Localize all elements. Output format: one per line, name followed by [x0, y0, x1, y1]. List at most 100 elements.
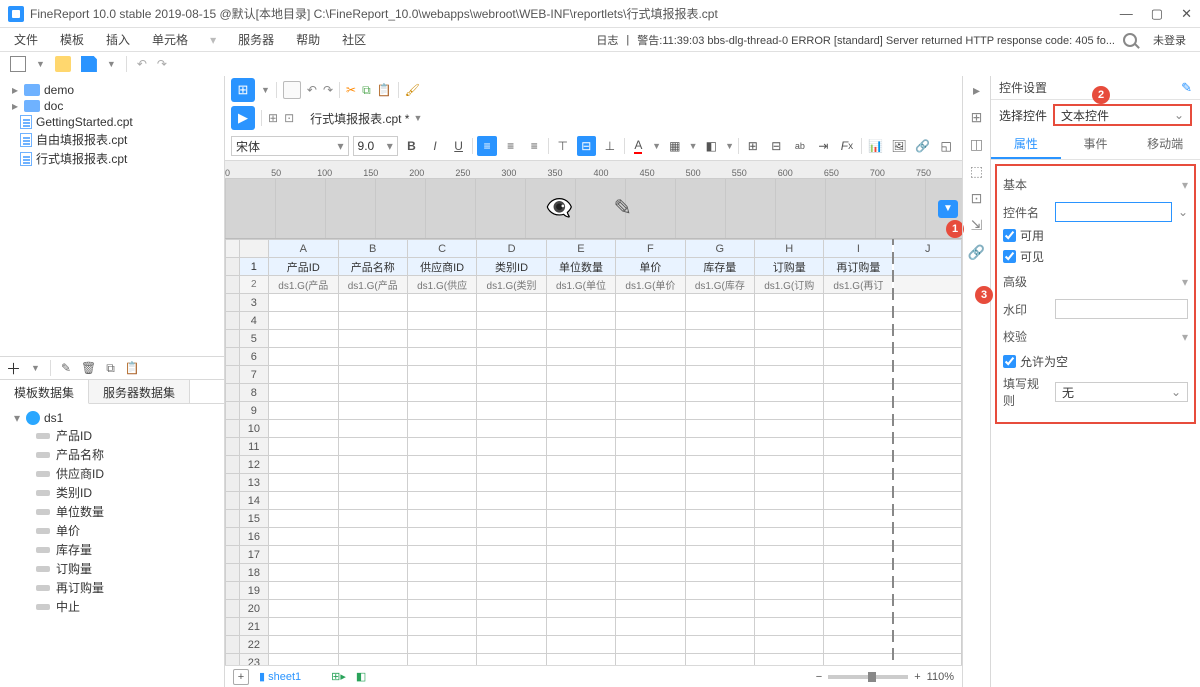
- tab-template-dataset[interactable]: 模板数据集: [0, 380, 89, 404]
- dataset-column[interactable]: 产品ID: [8, 426, 216, 445]
- spreadsheet-grid[interactable]: ABCDEFGHIJ1产品ID产品名称供应商ID类别ID单位数量单价库存量订购量…: [225, 239, 962, 665]
- dataset-column[interactable]: 单价: [8, 521, 216, 540]
- tree-folder[interactable]: ▸demo: [4, 82, 220, 98]
- undo-icon[interactable]: ↶: [137, 57, 147, 71]
- dataset-column[interactable]: 中止: [8, 597, 216, 616]
- undo-button[interactable]: ↶: [307, 83, 317, 97]
- panel-edit-icon[interactable]: ✎: [1181, 80, 1192, 96]
- valign-bottom-icon[interactable]: ⊥: [600, 136, 620, 156]
- align-center-icon[interactable]: ≡: [501, 136, 521, 156]
- band-dropdown-button[interactable]: ▼: [938, 200, 958, 218]
- add-dataset-icon[interactable]: ＋: [6, 358, 21, 379]
- abc-icon[interactable]: ab: [790, 136, 810, 156]
- collapse-arrow-icon[interactable]: ▸: [973, 82, 980, 99]
- underline-icon[interactable]: U: [449, 136, 469, 156]
- italic-icon[interactable]: I: [425, 136, 445, 156]
- add-sheet-button[interactable]: +: [233, 669, 249, 685]
- valign-top-icon[interactable]: ⊤: [553, 136, 573, 156]
- tab-events[interactable]: 事件: [1061, 130, 1131, 159]
- search-icon[interactable]: [1123, 33, 1137, 47]
- tree-file[interactable]: GettingStarted.cpt: [4, 114, 220, 130]
- dataset-column[interactable]: 订购量: [8, 559, 216, 578]
- new-file-icon[interactable]: [10, 56, 26, 72]
- dataset-column[interactable]: 再订购量: [8, 578, 216, 597]
- paste-icon[interactable]: 📋: [377, 83, 392, 97]
- tab-server-dataset[interactable]: 服务器数据集: [89, 380, 190, 403]
- zoom-out-button[interactable]: −: [816, 671, 822, 683]
- chart-icon[interactable]: 📊: [866, 136, 886, 156]
- valign-middle-icon[interactable]: ⊟: [577, 136, 597, 156]
- cell-tool-icon[interactable]: ⊞: [971, 109, 983, 126]
- paste-icon[interactable]: 📋: [125, 361, 140, 375]
- redo-button[interactable]: ↷: [323, 83, 333, 97]
- dataset-column[interactable]: 供应商ID: [8, 464, 216, 483]
- copy-icon[interactable]: ⧉: [362, 83, 371, 98]
- fill-rule-select[interactable]: 无⌄: [1055, 382, 1188, 402]
- bold-icon[interactable]: B: [402, 136, 422, 156]
- function-icon[interactable]: Fx: [837, 136, 857, 156]
- widget-type-select[interactable]: 文本控件⌄: [1053, 104, 1192, 126]
- open-folder-icon[interactable]: [55, 56, 71, 72]
- preview-button[interactable]: ⊞: [231, 78, 255, 102]
- condition-tool-icon[interactable]: ⬚: [970, 163, 983, 180]
- maximize-icon[interactable]: ▢: [1151, 6, 1163, 22]
- expand-tool-icon[interactable]: ⇲: [971, 217, 983, 234]
- view-icon[interactable]: ⊡: [284, 111, 294, 125]
- font-family-select[interactable]: 宋体▾: [231, 136, 349, 156]
- font-color-icon[interactable]: A: [629, 136, 649, 156]
- format-painter-icon[interactable]: 🖌: [405, 83, 420, 97]
- float-icon[interactable]: ◱: [936, 136, 956, 156]
- fill-color-icon[interactable]: ◧: [702, 136, 722, 156]
- delete-icon[interactable]: 🗑: [81, 361, 96, 375]
- border-icon[interactable]: ▦: [665, 136, 685, 156]
- tree-file[interactable]: 行式填报报表.cpt: [4, 149, 220, 168]
- log-label[interactable]: 日志: [596, 32, 618, 48]
- watermark-input[interactable]: [1055, 299, 1188, 319]
- close-icon[interactable]: ✕: [1181, 6, 1192, 22]
- edit-pencil-icon[interactable]: ✎: [614, 195, 642, 223]
- login-status[interactable]: 未登录: [1153, 32, 1186, 48]
- section-validation[interactable]: 校验▾: [1003, 322, 1188, 351]
- copy-icon[interactable]: ⧉: [106, 361, 115, 376]
- section-advanced[interactable]: 高级▾: [1003, 267, 1188, 296]
- widget-tool-icon[interactable]: ◫: [970, 136, 983, 153]
- align-right-icon[interactable]: ≡: [524, 136, 544, 156]
- visible-checkbox[interactable]: [1003, 250, 1016, 263]
- open-file-tab[interactable]: 行式填报报表.cpt *▼: [300, 107, 432, 130]
- menu-server[interactable]: 服务器: [238, 31, 274, 48]
- font-size-select[interactable]: 9.0▾: [353, 136, 398, 156]
- dataset-node[interactable]: ▾ds1: [8, 410, 216, 426]
- sheet-tab[interactable]: ▮ sheet1: [259, 670, 301, 683]
- redo-icon[interactable]: ↷: [157, 57, 167, 71]
- menu-community[interactable]: 社区: [342, 31, 366, 48]
- edit-icon[interactable]: ✎: [61, 361, 71, 375]
- unmerge-cells-icon[interactable]: ⊟: [767, 136, 787, 156]
- menu-file[interactable]: 文件: [14, 31, 38, 48]
- menu-cell[interactable]: 单元格: [152, 31, 188, 48]
- widget-name-input[interactable]: [1055, 202, 1172, 222]
- tree-folder[interactable]: ▸doc: [4, 98, 220, 114]
- dataset-column[interactable]: 类别ID: [8, 483, 216, 502]
- tab-mobile[interactable]: 移动端: [1130, 130, 1200, 159]
- cut-icon[interactable]: ✂: [346, 83, 356, 97]
- hyperlink-icon[interactable]: 🔗: [913, 136, 933, 156]
- filter-tool-icon[interactable]: ⊡: [971, 190, 983, 207]
- menu-template[interactable]: 模板: [60, 31, 84, 48]
- grid-icon[interactable]: ⊞: [268, 111, 278, 125]
- run-button[interactable]: ▶: [231, 106, 255, 130]
- dataset-column[interactable]: 产品名称: [8, 445, 216, 464]
- tab-properties[interactable]: 属性: [991, 130, 1061, 159]
- link-tool-icon[interactable]: 🔗: [968, 244, 985, 261]
- visibility-icon[interactable]: 👁‍🗨: [546, 195, 574, 223]
- minimize-icon[interactable]: —: [1120, 6, 1133, 22]
- dataset-column[interactable]: 单位数量: [8, 502, 216, 521]
- indent-icon[interactable]: ⇥: [814, 136, 834, 156]
- allow-empty-checkbox[interactable]: [1003, 355, 1016, 368]
- menu-help[interactable]: 帮助: [296, 31, 320, 48]
- merge-cells-icon[interactable]: ⊞: [743, 136, 763, 156]
- save-icon[interactable]: [81, 56, 97, 72]
- zoom-in-button[interactable]: +: [914, 671, 920, 683]
- image-icon[interactable]: 🖼: [889, 136, 909, 156]
- enable-checkbox[interactable]: [1003, 229, 1016, 242]
- align-left-icon[interactable]: ≡: [477, 136, 497, 156]
